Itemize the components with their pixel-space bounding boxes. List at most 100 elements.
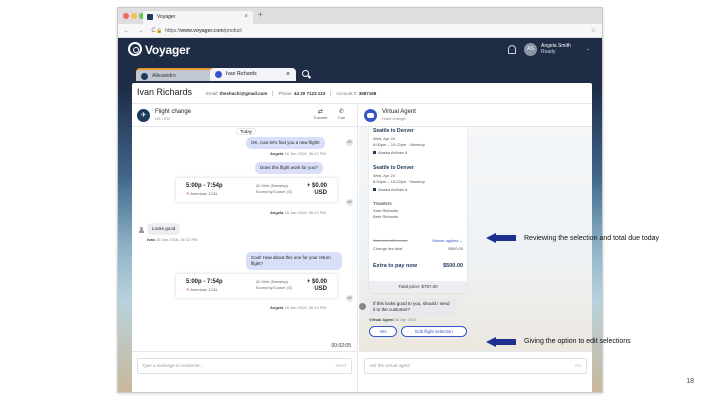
edit-flight-selection-button[interactable]: Edit flight selection [401, 326, 467, 337]
transfer-label: Transfer [313, 115, 328, 120]
new-tab-button[interactable]: + [258, 10, 263, 19]
lock-icon: 🔒 [156, 28, 163, 34]
yes-button[interactable]: Yes [369, 326, 397, 337]
airline-logo-icon [373, 188, 376, 191]
conversation-card: Ivan Richards Email: thechachi@gmail.com… [132, 83, 592, 392]
case-title: Flight change [155, 109, 192, 115]
flight-price: + $0.00 USD [307, 279, 327, 293]
airline-logo-icon: ✈ [186, 287, 190, 292]
close-icon[interactable]: × [286, 68, 290, 81]
phone-icon: ✆ [338, 109, 344, 115]
conversation-tabs: Allesandro Ivan Richards × [118, 66, 602, 81]
airline-name: Alaska Airlines 6 [378, 150, 408, 155]
robot-icon [364, 109, 377, 122]
total-price-bar: Total price: $797.00 [369, 281, 467, 293]
virtual-agent-input[interactable]: Ask the virtual agent Go [364, 358, 587, 374]
extra-value: $500.00 [443, 263, 463, 269]
duration-text: 2h 54m (Nonstop) [256, 183, 289, 188]
duration-text: 2h 54m (Nonstop) [256, 279, 289, 284]
search-icon[interactable] [302, 70, 309, 77]
call-button[interactable]: ✆ Call [338, 108, 345, 120]
price-text: + $0.00 [306, 183, 327, 189]
change-fee-label: Change fee total [373, 246, 403, 251]
voyager-logo-icon [128, 42, 142, 56]
customer-email[interactable]: thechachi@gmail.com [220, 91, 268, 96]
sender-name: Angela [270, 151, 284, 156]
segment-time: 6:00pm – 10:22pm · Nonstop [373, 142, 425, 147]
user-menu[interactable]: Angela Smith Ready [541, 43, 571, 55]
airline-logo-icon: ✈ [186, 191, 190, 196]
sender-name: Angela [270, 210, 284, 215]
flight-airline: ✈ American 1234 [186, 287, 217, 292]
agent-avatar: AS [346, 199, 353, 206]
fare-difference-row: New fare difference Waiver applied ⌄ [373, 238, 463, 243]
time-text: 18 Jan 2018, 06:12 PM [284, 305, 326, 310]
phone-label: Phone: [278, 91, 293, 96]
address-bar[interactable]: ← → C 🔒 https://www.voyager.com/product ☆ [118, 24, 602, 38]
browser-nav-icons[interactable]: ← → C [124, 24, 159, 38]
user-status: Ready [541, 49, 556, 55]
go-button[interactable]: Go [575, 359, 581, 373]
tab-label: Allesandro [152, 73, 176, 79]
customer-phone[interactable]: 44 20 7123 123 [294, 91, 325, 96]
cabin-text: Economy/Coach (O) [256, 285, 293, 290]
url-path: /product [223, 28, 242, 34]
waiver-dropdown[interactable]: Waiver applied ⌄ [432, 238, 463, 243]
airline-name: Alaska Airlines 6 [378, 187, 408, 192]
conversation-timer: 00:02:05 [331, 343, 351, 349]
transfer-icon: ⇄ [317, 109, 323, 115]
avatar[interactable]: AS [524, 43, 537, 56]
segment-route: Seattle to Denver [373, 128, 414, 134]
close-window-dot[interactable] [123, 13, 129, 19]
transfer-button[interactable]: ⇄ Transfer [313, 108, 328, 120]
time-text: 18 Jan 2018, 06:12 PM [156, 237, 198, 242]
flight-option-card[interactable]: 5:00p - 7:54p ✈ American 1234 2h 54m (No… [176, 274, 337, 298]
flight-duration: 2h 54m (Nonstop) Economy/Coach (O) [256, 183, 292, 195]
price-text: + $0.00 [306, 279, 327, 285]
message-timestamp: Angela 18 Jan 2018, 06:12 PM [270, 305, 326, 310]
call-label: Call [338, 115, 345, 120]
browser-tab-title: Voyager [157, 14, 176, 20]
virtual-agent-composer: Ask the virtual agent Go [359, 351, 592, 392]
sender-name: Virtual Agent [369, 317, 394, 322]
send-button[interactable]: Send [335, 359, 346, 373]
slide-number: 18 [686, 378, 694, 385]
app-topbar: Voyager AS Angela Smith Ready ⌄ [118, 38, 602, 62]
extra-to-pay-row: Extra to pay now $500.00 [373, 263, 463, 269]
date-divider: Today [236, 128, 257, 135]
chevron-down-icon[interactable]: ⌄ [586, 46, 590, 52]
time-text: 18 Jan 2018, 06:12 PM [284, 151, 326, 156]
tab-allesandro[interactable]: Allesandro [136, 68, 216, 81]
callout-review: Reviewing the selection and total due to… [524, 235, 660, 242]
segment-time: 6:00pm – 10:22pm · Nonstop [373, 179, 425, 184]
flight-duration: 2h 54m (Nonstop) Economy/Coach (O) [256, 279, 292, 291]
traveler-name: Sam Richards [373, 208, 399, 213]
segment-airline: Alaska Airlines 6 [373, 187, 407, 192]
url-prefix: https:// [165, 28, 181, 34]
browser-tab-voyager[interactable]: Voyager × [143, 11, 253, 24]
flight-price: + $0.00 USD [307, 183, 327, 197]
customer-avatar-icon [138, 227, 145, 234]
minimize-window-dot[interactable] [131, 13, 137, 19]
change-fee-row: Change fee total $500.00 [373, 246, 463, 251]
chat-transcript[interactable]: Today OK, now let's find you a new fligh… [132, 127, 358, 351]
flight-times: 5:00p - 7:54p [186, 279, 223, 285]
case-header: ✈ Flight change US • EN ⇄ Transfer ✆ Call [132, 105, 358, 127]
time-text: 18 Jan 2018, 06:12 PM [284, 210, 326, 215]
close-tab-icon[interactable]: × [244, 11, 248, 24]
segment-date: Wed, Apr 24 [373, 136, 395, 141]
message-timestamp: Angela 18 Jan 2018, 06:12 PM [270, 210, 326, 215]
flight-option-card[interactable]: 5:00p - 7:54p ✈ American 1234 2h 54m (No… [176, 178, 337, 202]
tab-ivan-richards[interactable]: Ivan Richards × [210, 68, 296, 81]
voyager-favicon-icon [147, 14, 153, 20]
bell-icon[interactable] [508, 45, 516, 54]
active-chat-icon [215, 71, 222, 78]
plane-icon: ✈ [137, 109, 150, 122]
url-field[interactable]: 🔒 https://www.voyager.com/product [156, 24, 242, 38]
customer-message-input[interactable]: Type a message to customer... Send [137, 358, 352, 374]
bookmark-star-icon[interactable]: ☆ [591, 24, 596, 38]
input-placeholder: Ask the virtual agent [369, 363, 410, 368]
case-subtitle: US • EN [155, 116, 170, 121]
travelers-label: Travelers [373, 201, 392, 206]
currency-text: USD [314, 286, 327, 292]
